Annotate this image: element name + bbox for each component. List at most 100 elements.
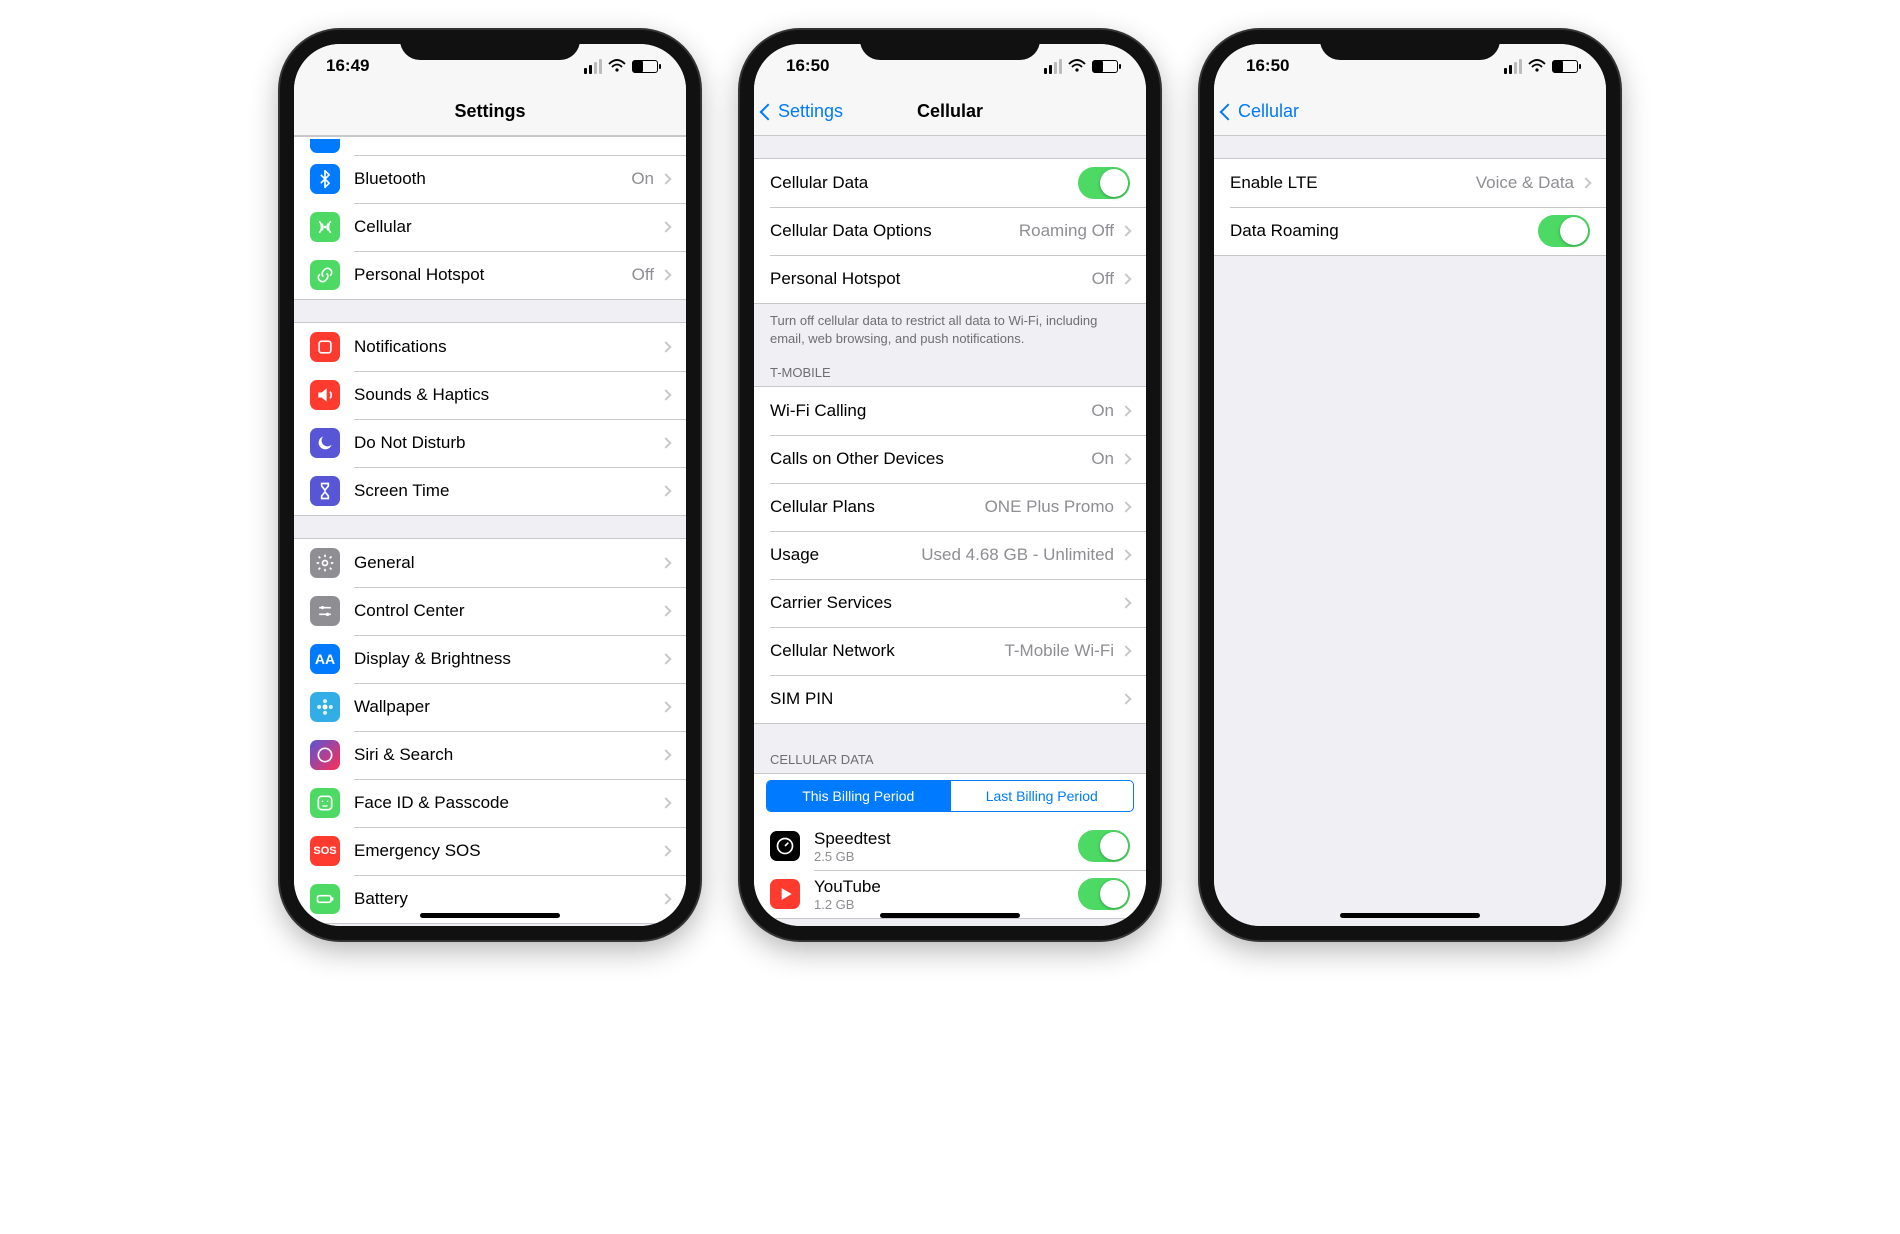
wifi-icon bbox=[1528, 59, 1546, 73]
back-button[interactable]: Settings bbox=[762, 88, 843, 135]
chevron-right-icon bbox=[1120, 549, 1131, 560]
row-detail: On bbox=[1091, 449, 1114, 469]
chevron-right-icon bbox=[1120, 645, 1131, 656]
chevron-right-icon bbox=[660, 701, 671, 712]
row-notifications[interactable]: Notifications bbox=[294, 323, 686, 371]
chevron-right-icon bbox=[660, 749, 671, 760]
row-bluetooth[interactable]: BluetoothOn bbox=[294, 155, 686, 203]
sos-icon: SOS bbox=[310, 836, 340, 866]
row-label: Data Roaming bbox=[1230, 221, 1538, 241]
row-label: Wi-Fi Calling bbox=[770, 401, 1091, 421]
segment-this-period[interactable]: This Billing Period bbox=[767, 781, 950, 811]
options-list[interactable]: Enable LTEVoice & Data Data Roaming bbox=[1214, 136, 1606, 926]
cellular-list[interactable]: Cellular Data Cellular Data OptionsRoamin… bbox=[754, 136, 1146, 926]
row-cellular-data[interactable]: Cellular Data bbox=[754, 159, 1146, 207]
page-title: Cellular bbox=[917, 101, 983, 122]
segment-last-period[interactable]: Last Billing Period bbox=[950, 781, 1134, 811]
faceid-icon bbox=[310, 788, 340, 818]
wallpaper-icon bbox=[310, 692, 340, 722]
chevron-right-icon bbox=[660, 605, 671, 616]
signal-icon bbox=[1504, 59, 1522, 74]
battery-icon bbox=[1092, 60, 1118, 73]
signal-icon bbox=[1044, 59, 1062, 74]
row-sounds[interactable]: Sounds & Haptics bbox=[294, 371, 686, 419]
row-detail: Roaming Off bbox=[1019, 221, 1114, 241]
cellular-icon bbox=[310, 212, 340, 242]
home-indicator[interactable] bbox=[1340, 913, 1480, 918]
hotspot-icon bbox=[310, 260, 340, 290]
row-label: Display & Brightness bbox=[354, 649, 662, 669]
row-general[interactable]: General bbox=[294, 539, 686, 587]
row-controlcenter[interactable]: Control Center bbox=[294, 587, 686, 635]
clock: 16:50 bbox=[1246, 56, 1289, 76]
row-label: Calls on Other Devices bbox=[770, 449, 1091, 469]
row-plans[interactable]: Cellular PlansONE Plus Promo bbox=[754, 483, 1146, 531]
row-label: Screen Time bbox=[354, 481, 662, 501]
chevron-right-icon bbox=[660, 221, 671, 232]
home-indicator[interactable] bbox=[420, 913, 560, 918]
row-wifi-calling[interactable]: Wi-Fi CallingOn bbox=[754, 387, 1146, 435]
clock: 16:49 bbox=[326, 56, 369, 76]
row-hotspot[interactable]: Personal HotspotOff bbox=[294, 251, 686, 299]
section-header: CELLULAR DATA bbox=[754, 746, 1146, 773]
chevron-right-icon bbox=[1120, 501, 1131, 512]
row-enable-lte[interactable]: Enable LTEVoice & Data bbox=[1214, 159, 1606, 207]
row-usage[interactable]: UsageUsed 4.68 GB - Unlimited bbox=[754, 531, 1146, 579]
row-sim-pin[interactable]: SIM PIN bbox=[754, 675, 1146, 723]
siri-icon bbox=[310, 740, 340, 770]
row-cellular[interactable]: Cellular bbox=[294, 203, 686, 251]
battery-icon bbox=[310, 884, 340, 914]
back-button[interactable]: Cellular bbox=[1222, 88, 1299, 135]
bluetooth-icon bbox=[310, 164, 340, 194]
row-partial[interactable] bbox=[294, 137, 686, 155]
row-carrier-services[interactable]: Carrier Services bbox=[754, 579, 1146, 627]
row-screentime[interactable]: Screen Time bbox=[294, 467, 686, 515]
dnd-icon bbox=[310, 428, 340, 458]
chevron-right-icon bbox=[1120, 225, 1131, 236]
speedtest-icon bbox=[770, 831, 800, 861]
row-label: Do Not Disturb bbox=[354, 433, 662, 453]
wifi-icon bbox=[608, 59, 626, 73]
row-siri[interactable]: Siri & Search bbox=[294, 731, 686, 779]
row-cellular-network[interactable]: Cellular NetworkT-Mobile Wi-Fi bbox=[754, 627, 1146, 675]
row-data-roaming[interactable]: Data Roaming bbox=[1214, 207, 1606, 255]
section-header: T-MOBILE bbox=[754, 359, 1146, 386]
cellular-data-switch[interactable] bbox=[1078, 167, 1130, 199]
chevron-right-icon bbox=[660, 845, 671, 856]
row-cellular-data-options[interactable]: Cellular Data OptionsRoaming Off bbox=[754, 207, 1146, 255]
row-personal-hotspot[interactable]: Personal HotspotOff bbox=[754, 255, 1146, 303]
billing-segmented[interactable]: This Billing PeriodLast Billing Period bbox=[766, 780, 1134, 812]
row-label: Speedtest bbox=[814, 829, 1078, 849]
row-calls-other[interactable]: Calls on Other DevicesOn bbox=[754, 435, 1146, 483]
chevron-right-icon bbox=[660, 653, 671, 664]
row-label: Notifications bbox=[354, 337, 662, 357]
row-sublabel: 1.2 GB bbox=[814, 897, 1078, 912]
row-wallpaper[interactable]: Wallpaper bbox=[294, 683, 686, 731]
youtube-switch[interactable] bbox=[1078, 878, 1130, 910]
row-label: Cellular Data Options bbox=[770, 221, 1019, 241]
chevron-left-icon bbox=[760, 103, 777, 120]
nav-bar: Settings Cellular bbox=[754, 88, 1146, 136]
row-display[interactable]: AADisplay & Brightness bbox=[294, 635, 686, 683]
chevron-right-icon bbox=[1120, 693, 1131, 704]
controlcenter-icon bbox=[310, 596, 340, 626]
row-sos[interactable]: SOSEmergency SOS bbox=[294, 827, 686, 875]
partial-icon bbox=[310, 139, 340, 153]
row-label: Personal Hotspot bbox=[354, 265, 632, 285]
chevron-right-icon bbox=[660, 557, 671, 568]
row-sublabel: 2.5 GB bbox=[814, 849, 1078, 864]
data-roaming-switch[interactable] bbox=[1538, 215, 1590, 247]
row-speedtest[interactable]: Speedtest2.5 GB bbox=[754, 822, 1146, 870]
chevron-right-icon bbox=[1580, 177, 1591, 188]
row-faceid[interactable]: Face ID & Passcode bbox=[294, 779, 686, 827]
home-indicator[interactable] bbox=[880, 913, 1020, 918]
battery-icon bbox=[632, 60, 658, 73]
row-label: Carrier Services bbox=[770, 593, 1122, 613]
speedtest-switch[interactable] bbox=[1078, 830, 1130, 862]
row-dnd[interactable]: Do Not Disturb bbox=[294, 419, 686, 467]
row-label: Cellular Data bbox=[770, 173, 1078, 193]
row-label: General bbox=[354, 553, 662, 573]
row-label: Cellular bbox=[354, 217, 662, 237]
row-youtube[interactable]: YouTube1.2 GB bbox=[754, 870, 1146, 918]
settings-list[interactable]: BluetoothOn Cellular Personal HotspotOff No… bbox=[294, 136, 686, 926]
